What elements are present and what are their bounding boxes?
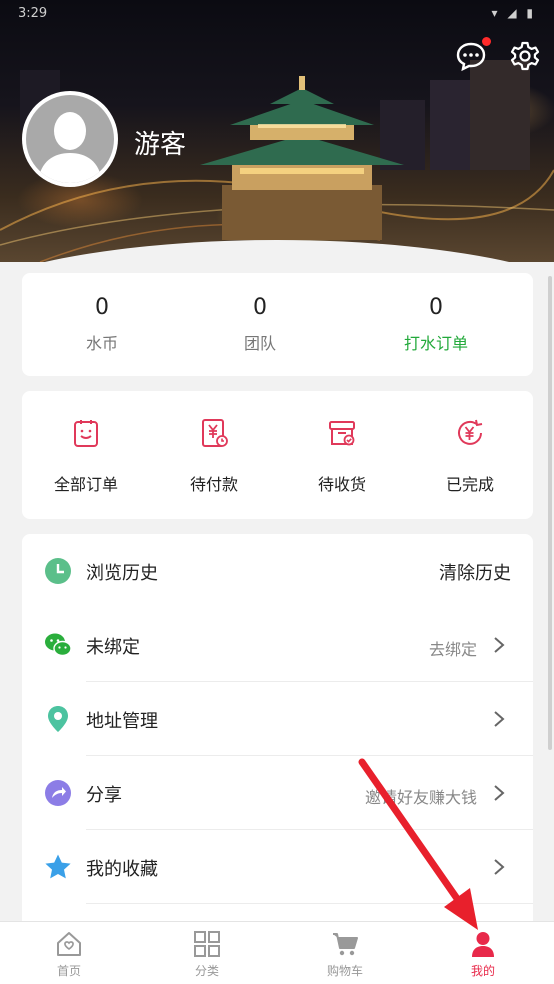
stat-value: 0 — [95, 295, 109, 320]
menu-row-label: 分享 — [86, 785, 122, 806]
cart-icon — [333, 933, 358, 956]
stat-team[interactable]: 0 团队 — [180, 295, 340, 354]
order-label: 已完成 — [445, 475, 494, 494]
order-pending-payment[interactable]: 待付款 — [150, 417, 278, 495]
scrollbar[interactable] — [548, 276, 552, 750]
wechat-icon — [45, 633, 72, 657]
chevron-right-icon — [494, 637, 505, 653]
menu-row-label: 未绑定 — [86, 637, 140, 658]
stat-water-orders[interactable]: 0 打水订单 — [356, 295, 516, 354]
yuan-bill-icon — [202, 419, 228, 447]
nav-cart[interactable]: 购物车 — [276, 930, 414, 979]
stat-water-coin[interactable]: 0 水币 — [22, 295, 182, 354]
nav-category[interactable]: 分类 — [138, 930, 276, 979]
nav-home[interactable]: 首页 — [0, 930, 138, 979]
avatar-placeholder — [26, 95, 114, 183]
settings-gear-icon[interactable] — [509, 40, 541, 72]
nav-mine[interactable]: 我的 — [414, 930, 552, 979]
stat-label: 团队 — [243, 334, 276, 353]
orders-card: 全部订单 待付款 待收货 已完成 — [22, 391, 533, 519]
menu-row-hint: 去绑定 — [428, 640, 477, 659]
order-all[interactable]: 全部订单 — [22, 417, 150, 495]
menu-row-browse-history[interactable]: 浏览历史 清除历史 — [22, 534, 533, 608]
nav-label: 购物车 — [326, 964, 363, 978]
message-icon[interactable] — [455, 40, 487, 72]
clock-icon — [45, 558, 71, 584]
person-icon — [472, 932, 494, 957]
chevron-right-icon — [494, 711, 505, 727]
order-label: 全部订单 — [53, 475, 118, 494]
menu-row-label: 地址管理 — [86, 711, 158, 732]
stat-value: 0 — [429, 295, 443, 320]
menu-row-address[interactable]: 地址管理 — [22, 682, 533, 756]
stat-label: 水币 — [85, 334, 118, 353]
clear-history-button[interactable]: 清除历史 — [439, 559, 511, 585]
nav-label: 分类 — [194, 964, 219, 978]
order-completed[interactable]: 已完成 — [406, 417, 534, 495]
menu-card: 浏览历史 清除历史 未绑定 去绑定 地址管理 分享 邀请好友赚大钱 我的收藏 — [22, 534, 533, 934]
home-icon — [57, 932, 81, 956]
unread-dot — [482, 37, 491, 46]
menu-row-label: 浏览历史 — [86, 563, 158, 584]
chevron-right-icon — [494, 859, 505, 875]
menu-row-hint: 邀请好友赚大钱 — [364, 788, 477, 807]
menu-row-label: 我的收藏 — [86, 859, 158, 880]
nav-label: 首页 — [56, 964, 81, 978]
status-icons: ▾ ◢ ▮ — [491, 6, 536, 20]
clipboard-icon — [74, 420, 98, 447]
box-check-icon — [329, 421, 355, 446]
status-bar: 3:29 ▾ ◢ ▮ — [18, 6, 536, 26]
location-icon — [48, 706, 68, 732]
username[interactable]: 游客 — [134, 124, 186, 161]
star-icon — [45, 854, 71, 879]
order-pending-receipt[interactable]: 待收货 — [278, 417, 406, 495]
menu-row-share[interactable]: 分享 邀请好友赚大钱 — [22, 756, 533, 830]
stats-card: 0 水币 0 团队 0 打水订单 — [22, 273, 533, 376]
stat-value: 0 — [253, 295, 267, 320]
bottom-nav: 首页 分类 购物车 我的 — [0, 921, 554, 984]
status-time: 3:29 — [18, 6, 48, 21]
stat-label: 打水订单 — [403, 334, 468, 353]
nav-label: 我的 — [470, 964, 495, 978]
chevron-right-icon — [494, 785, 505, 801]
order-label: 待收货 — [317, 475, 366, 494]
share-icon — [45, 780, 71, 806]
menu-row-favorites[interactable]: 我的收藏 — [22, 830, 533, 904]
avatar[interactable] — [22, 91, 118, 187]
order-label: 待付款 — [189, 475, 238, 494]
default-avatar-icon — [38, 112, 102, 183]
grid-icon — [194, 931, 220, 957]
menu-row-wechat-bind[interactable]: 未绑定 去绑定 — [22, 608, 533, 682]
yuan-refresh-icon — [458, 419, 483, 445]
